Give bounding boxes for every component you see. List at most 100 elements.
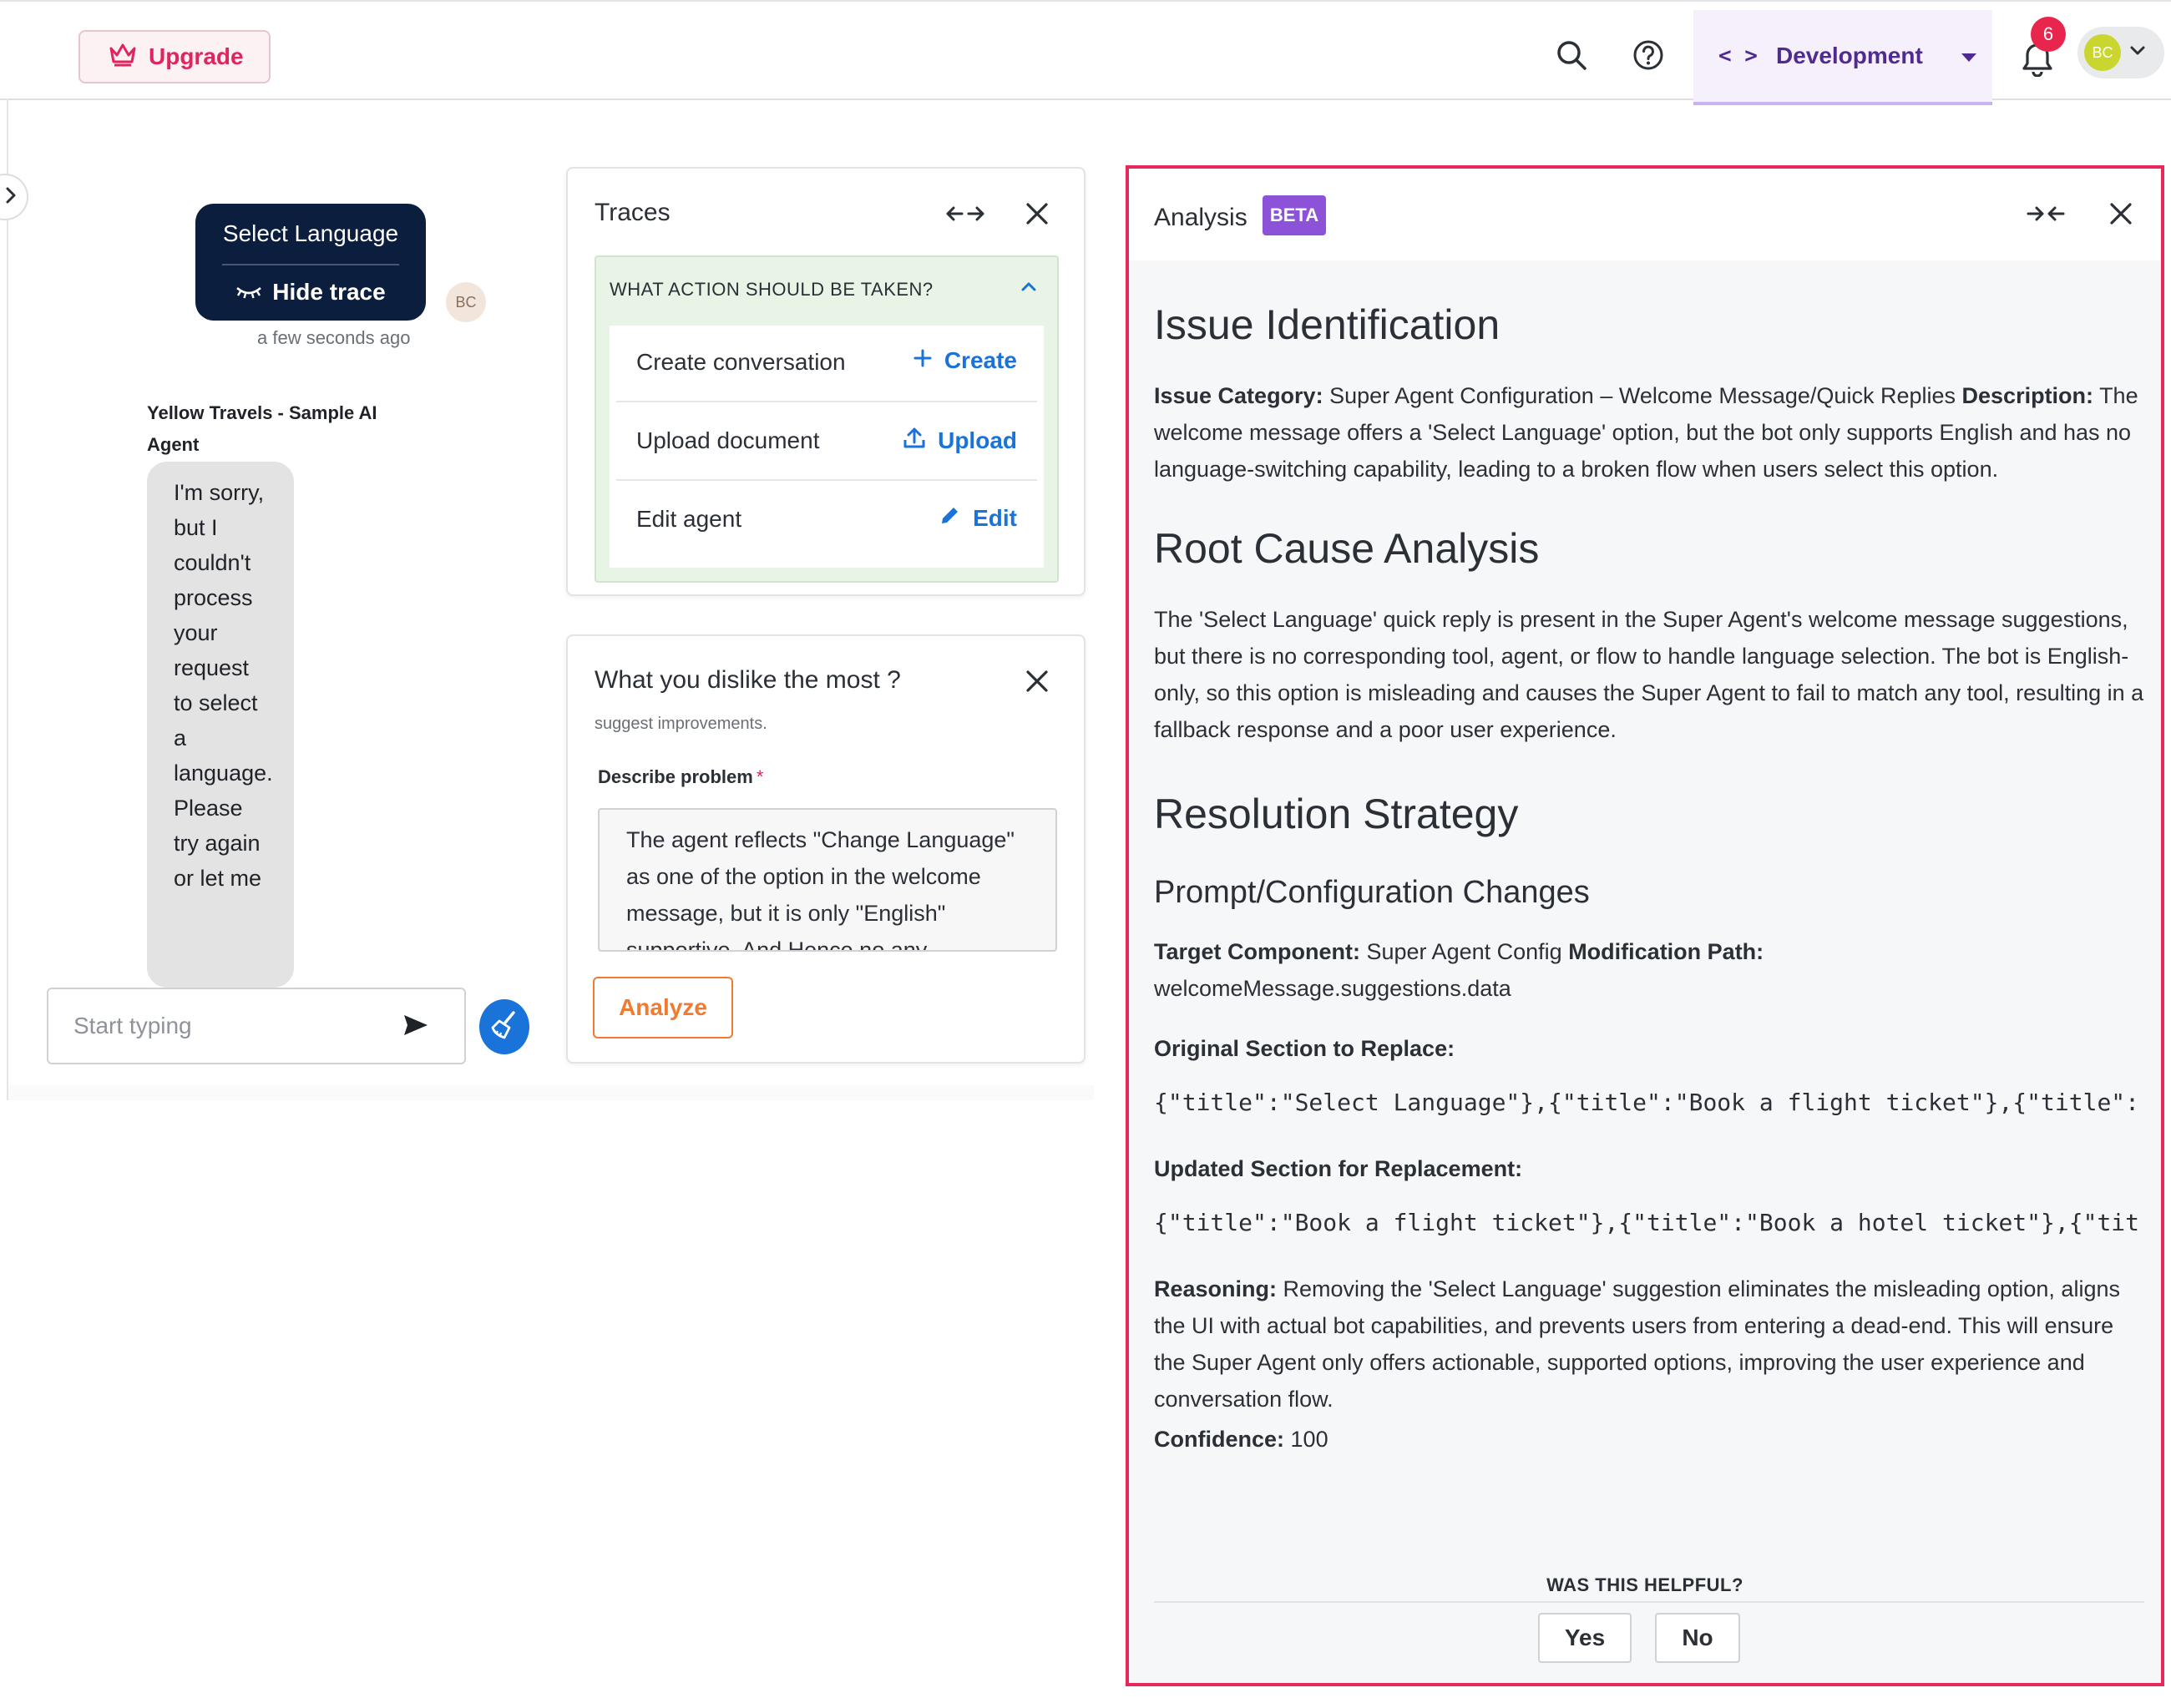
environment-selector[interactable]: < > Development (1693, 10, 1992, 105)
upload-label: Upload (938, 427, 1017, 453)
user-menu[interactable]: BC (2077, 27, 2164, 78)
field-label-text: Describe problem (598, 766, 753, 787)
send-icon (402, 1013, 429, 1041)
helpful-question: WAS THIS HELPFUL? (1546, 1574, 1743, 1595)
traces-title: Traces (595, 199, 671, 226)
bubble-divider (222, 264, 399, 265)
traces-close-button[interactable] (1019, 197, 1055, 234)
description-label: Description: (1961, 383, 2094, 408)
send-button[interactable] (396, 1010, 436, 1043)
pencil-icon (939, 504, 961, 532)
confidence-label: Confidence: (1154, 1427, 1285, 1452)
create-label: Create (944, 347, 1017, 373)
search-icon (1555, 38, 1588, 76)
action-row-edit: Edit agent Edit (616, 483, 1037, 559)
updated-code: {"title":"Book a flight ticket"},{"title… (1154, 1209, 2140, 1236)
broom-icon (489, 1009, 519, 1045)
expand-arrows-icon (945, 205, 985, 227)
target-component-value: Super Agent Config (1366, 939, 1562, 964)
left-sidebar-edge (0, 99, 28, 1100)
beta-badge: BETA (1263, 195, 1326, 235)
root-cause-heading: Root Cause Analysis (1154, 525, 1540, 572)
chevron-right-icon (5, 186, 17, 209)
analysis-content: Issue Identification Issue Category: Sup… (1129, 260, 2161, 1683)
chevron-down-icon (2129, 45, 2146, 61)
feedback-title: What you dislike the most ? (595, 666, 901, 694)
upgrade-label: Upgrade (149, 43, 244, 69)
expand-button[interactable] (942, 197, 989, 234)
agent-name: Yellow Travels - Sample AI Agent (147, 402, 377, 455)
feedback-card: What you dislike the most ? suggest impr… (566, 634, 1086, 1064)
issue-category-label: Issue Category: (1154, 383, 1323, 408)
upgrade-button[interactable]: Upgrade (78, 30, 271, 83)
search-button[interactable] (1548, 33, 1595, 80)
bot-message-text: I'm sorry, but I couldn't process your r… (174, 480, 273, 891)
close-icon (1025, 202, 1049, 230)
original-section-label: Original Section to Replace: (1154, 1030, 2144, 1067)
resolution-heading: Resolution Strategy (1154, 791, 1519, 837)
eye-closed-icon (235, 279, 262, 306)
issue-heading: Issue Identification (1154, 301, 1500, 348)
close-icon (2109, 202, 2133, 230)
user-message-text: Select Language (222, 220, 399, 246)
collapse-panel-button[interactable] (2022, 197, 2069, 234)
reasoning-value: Removing the 'Select Language' suggestio… (1154, 1276, 2120, 1412)
problem-text: The agent reflects "Change Language" as … (626, 827, 1015, 952)
edit-button[interactable]: Edit (939, 504, 1017, 532)
no-button[interactable]: No (1655, 1613, 1740, 1663)
code-icon: < > (1718, 43, 1758, 68)
collapse-arrows-icon (2026, 205, 2066, 227)
help-icon (1632, 38, 1665, 76)
feedback-divider (1154, 1601, 2144, 1603)
user-message-bubble: Select Language Hide trace (195, 204, 426, 321)
notification-count-badge: 6 (2031, 17, 2066, 52)
message-input[interactable] (73, 1009, 391, 1043)
issue-category-value: Super Agent Configuration – Welcome Mess… (1329, 383, 1956, 408)
bot-message-bubble: I'm sorry, but I couldn't process your r… (147, 462, 294, 988)
updated-label: Updated Section for Replacement: (1154, 1156, 1523, 1181)
original-label: Original Section to Replace: (1154, 1036, 1455, 1061)
required-marker: * (756, 766, 764, 787)
avatar: BC (2084, 34, 2121, 71)
help-button[interactable] (1625, 33, 1672, 80)
crown-icon (109, 42, 137, 73)
top-bar: Upgrade < > Development (0, 5, 2171, 105)
content-bottom-edge (8, 1085, 1094, 1100)
root-cause-text: The 'Select Language' quick reply is pre… (1154, 607, 2144, 742)
target-component-label: Target Component: (1154, 939, 1360, 964)
target-component-paragraph: Target Component: Super Agent Config Mod… (1154, 933, 2144, 1007)
action-label: Edit agent (636, 506, 742, 532)
modification-path-label: Modification Path: (1568, 939, 1764, 964)
changes-heading: Prompt/Configuration Changes (1154, 875, 1590, 910)
analysis-close-button[interactable] (2103, 197, 2139, 234)
create-button[interactable]: Create (913, 347, 1017, 374)
upload-icon (903, 426, 926, 455)
yes-button[interactable]: Yes (1538, 1613, 1632, 1663)
original-code: {"title":"Select Language"},{"title":"Bo… (1154, 1089, 2140, 1116)
analysis-title: Analysis (1154, 204, 1247, 231)
confidence-paragraph: Confidence: 100 (1154, 1421, 2144, 1458)
analysis-panel: Analysis BETA Issue Identification Issue… (1126, 165, 2164, 1686)
sidebar-expand-button[interactable] (0, 174, 28, 220)
actions-section-title: WHAT ACTION SHOULD BE TAKEN? (610, 279, 934, 300)
caret-down-icon (1960, 43, 1978, 69)
action-row-create: Create conversation Create (616, 326, 1037, 402)
traces-card: Traces WHAT ACTION SHOULD BE TAKEN? Crea… (566, 167, 1086, 596)
reasoning-paragraph: Reasoning: Removing the 'Select Language… (1154, 1271, 2144, 1417)
upload-button[interactable]: Upload (903, 426, 1017, 455)
collapse-button[interactable] (1020, 280, 1037, 296)
hide-trace-label: Hide trace (272, 279, 386, 305)
analysis-header: Analysis BETA (1129, 169, 2161, 260)
clear-chat-button[interactable] (479, 999, 529, 1054)
issue-paragraph: Issue Category: Super Agent Configuratio… (1154, 377, 2144, 488)
feedback-close-button[interactable] (1019, 665, 1055, 701)
edit-label: Edit (973, 504, 1017, 531)
problem-textarea[interactable]: The agent reflects "Change Language" as … (598, 808, 1057, 952)
actions-list: Create conversation Create Upload docume… (610, 326, 1044, 568)
message-timestamp: a few seconds ago (257, 327, 411, 348)
hide-trace-button[interactable]: Hide trace (195, 279, 426, 306)
describe-problem-label: Describe problem * (598, 766, 763, 788)
actions-section: WHAT ACTION SHOULD BE TAKEN? Create conv… (595, 255, 1059, 583)
analyze-button[interactable]: Analyze (593, 977, 733, 1038)
feedback-subtitle: suggest improvements. (595, 715, 767, 733)
